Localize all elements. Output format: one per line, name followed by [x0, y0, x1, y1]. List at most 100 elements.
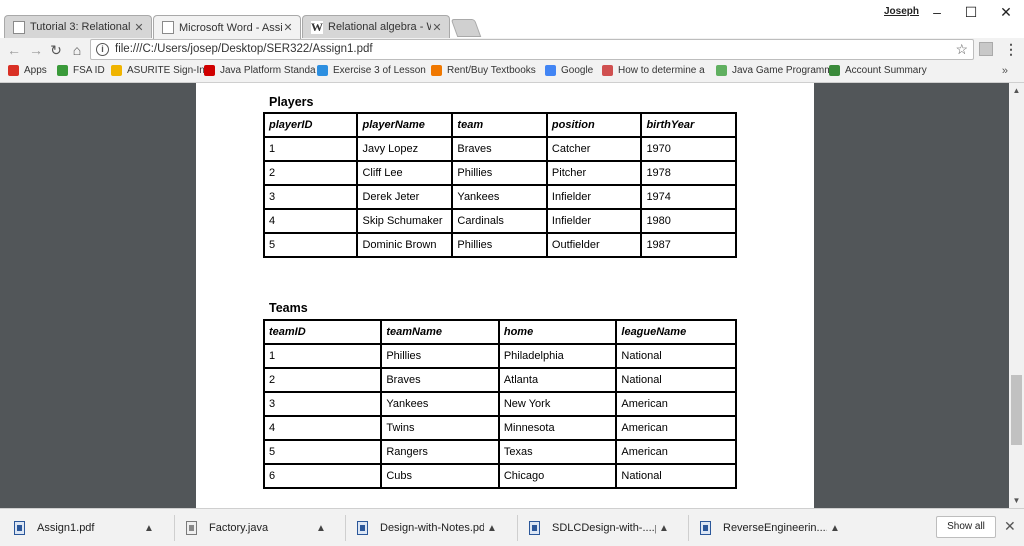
- yahoo-icon: [602, 65, 613, 76]
- table-row: 1 Javy Lopez Braves Catcher 1970: [262, 136, 737, 162]
- bookmark-fsa-id[interactable]: FSA ID: [57, 65, 105, 76]
- asurite-icon: [111, 65, 122, 76]
- close-icon[interactable]: ✕: [133, 21, 145, 34]
- table-cell: Rangers: [380, 439, 500, 465]
- bookmark-java-platform[interactable]: Java Platform Standa: [204, 65, 316, 76]
- table-cell: 1978: [640, 160, 737, 186]
- star-icon[interactable]: ☆: [955, 41, 968, 58]
- players-table: playerID playerName team position birthYear …: [262, 112, 737, 258]
- bookmark-label: How to determine a: [618, 65, 705, 76]
- table-cell: Dominic Brown: [356, 232, 454, 258]
- table-row: 4 Skip Schumaker Cardinals Infielder 1980: [262, 208, 737, 234]
- window-close-icon[interactable]: ✕: [986, 2, 1024, 22]
- table-cell: Braves: [380, 367, 500, 393]
- players-title: Players: [269, 95, 314, 109]
- table-cell: 3: [262, 391, 383, 417]
- bookmark-java-game-programming[interactable]: Java Game Programm: [716, 65, 833, 76]
- table-cell: New York: [497, 391, 618, 417]
- download-shelf: Show all ✕ Assign1.pdf ▲ Factory.java ▲ Desi…: [0, 508, 1024, 546]
- table-cell: 1987: [640, 232, 737, 258]
- table-cell: Cliff Lee: [356, 160, 454, 186]
- browser-window: Tutorial 3: Relational Alge ✕ Microsoft …: [0, 0, 1024, 546]
- table-cell: Minnesota: [497, 415, 618, 441]
- info-icon[interactable]: i: [96, 43, 109, 56]
- url-text[interactable]: file:///C:/Users/josep/Desktop/SER322/As…: [115, 43, 373, 55]
- word-document-icon: [14, 521, 25, 535]
- tab-title: Microsoft Word - Assign: [179, 21, 282, 34]
- bookmark-asurite[interactable]: ASURITE Sign-In: [111, 65, 205, 76]
- download-filename: Factory.java: [209, 522, 269, 534]
- new-tab-button[interactable]: [450, 19, 482, 37]
- scroll-up-icon[interactable]: ▲: [1009, 83, 1024, 98]
- download-item[interactable]: Assign1.pdf ▲: [14, 518, 157, 538]
- chevron-up-icon[interactable]: ▲: [313, 523, 329, 534]
- back-arrow-icon[interactable]: ←: [4, 40, 24, 60]
- menu-icon[interactable]: ⋮: [1004, 41, 1018, 58]
- download-filename: Design-with-Notes.pdf: [380, 522, 484, 534]
- download-item[interactable]: Design-with-Notes.pdf ▲: [357, 518, 500, 538]
- table-row: 3 Derek Jeter Yankees Infielder 1974: [262, 184, 737, 210]
- chevron-right-icon[interactable]: »: [1002, 65, 1008, 77]
- home-icon[interactable]: ⌂: [67, 40, 87, 60]
- download-item[interactable]: Factory.java ▲: [186, 518, 329, 538]
- table-cell: Phillies: [451, 232, 548, 258]
- reload-icon[interactable]: ↻: [46, 40, 66, 60]
- scroll-down-icon[interactable]: ▼: [1009, 493, 1024, 508]
- profile-button[interactable]: Joseph: [884, 6, 919, 17]
- word-document-icon: [529, 521, 540, 535]
- table-cell: American: [615, 439, 737, 465]
- table-cell: 5: [262, 232, 359, 258]
- close-icon[interactable]: ✕: [282, 21, 294, 34]
- address-bar[interactable]: i file:///C:/Users/josep/Desktop/SER322/…: [90, 39, 974, 60]
- column-header: teamID: [262, 319, 383, 345]
- download-item[interactable]: SDLCDesign-with-....pdf▲: [529, 518, 672, 538]
- bookmark-label: FSA ID: [73, 65, 105, 76]
- forward-arrow-icon[interactable]: →: [26, 40, 46, 60]
- pdf-viewer: Players playerID playerName team position bi…: [0, 83, 1024, 508]
- java-file-icon: [186, 521, 197, 535]
- divider: [688, 515, 689, 541]
- bookmark-account-summary[interactable]: Account Summary: [829, 65, 927, 76]
- table-row: 5 Rangers Texas American: [262, 439, 737, 465]
- tab-title: Relational algebra - Wiki: [328, 21, 431, 33]
- bookmark-exercise-3[interactable]: Exercise 3 of Lesson: [317, 65, 426, 76]
- bookmark-apps[interactable]: Apps: [8, 65, 47, 76]
- tab-title: Tutorial 3: Relational Alge: [30, 21, 133, 33]
- table-cell: Chicago: [497, 463, 618, 489]
- column-header: home: [497, 319, 618, 345]
- bookmark-rent-buy-textbooks[interactable]: Rent/Buy Textbooks: [431, 65, 536, 76]
- table-row: 5 Dominic Brown Phillies Outfielder 1987: [262, 232, 737, 258]
- tab-tutorial[interactable]: Tutorial 3: Relational Alge ✕: [4, 15, 152, 38]
- table-cell: 3: [262, 184, 359, 210]
- maximize-icon[interactable]: ☐: [951, 2, 991, 22]
- extension-icon[interactable]: [979, 42, 993, 56]
- table-row: 3 Yankees New York American: [262, 391, 737, 417]
- page-icon: [13, 20, 25, 34]
- chegg-icon: [431, 65, 442, 76]
- divider: [174, 515, 175, 541]
- table-cell: Skip Schumaker: [356, 208, 454, 234]
- chevron-up-icon[interactable]: ▲: [484, 523, 500, 534]
- close-icon[interactable]: ✕: [1004, 518, 1016, 535]
- chevron-up-icon[interactable]: ▲: [656, 523, 672, 534]
- show-all-button[interactable]: Show all: [936, 516, 996, 538]
- column-header: playerName: [356, 112, 454, 138]
- table-row: 1 Phillies Philadelphia National: [262, 343, 737, 369]
- bookmark-how-to-determine[interactable]: How to determine a: [602, 65, 705, 76]
- chevron-up-icon[interactable]: ▲: [827, 523, 843, 534]
- table-cell: Twins: [380, 415, 500, 441]
- download-item[interactable]: ReverseEngineerin....pdf▲: [700, 518, 843, 538]
- table-cell: Braves: [451, 136, 548, 162]
- table-header-row: playerID playerName team position birthYear: [262, 112, 737, 138]
- close-icon[interactable]: ✕: [431, 21, 443, 34]
- tab-microsoft-word[interactable]: Microsoft Word - Assign ✕: [153, 15, 301, 39]
- table-cell: Phillies: [451, 160, 548, 186]
- table-cell: Infielder: [545, 208, 643, 234]
- scrollbar-thumb[interactable]: [1011, 375, 1022, 445]
- bookmark-google[interactable]: Google: [545, 65, 593, 76]
- download-filename: ReverseEngineerin....pdf: [723, 522, 827, 534]
- chevron-up-icon[interactable]: ▲: [141, 523, 157, 534]
- tab-relational-algebra[interactable]: W Relational algebra - Wiki ✕: [302, 15, 450, 38]
- vertical-scrollbar[interactable]: ▲ ▼: [1009, 83, 1024, 508]
- table-cell: Atlanta: [497, 367, 618, 393]
